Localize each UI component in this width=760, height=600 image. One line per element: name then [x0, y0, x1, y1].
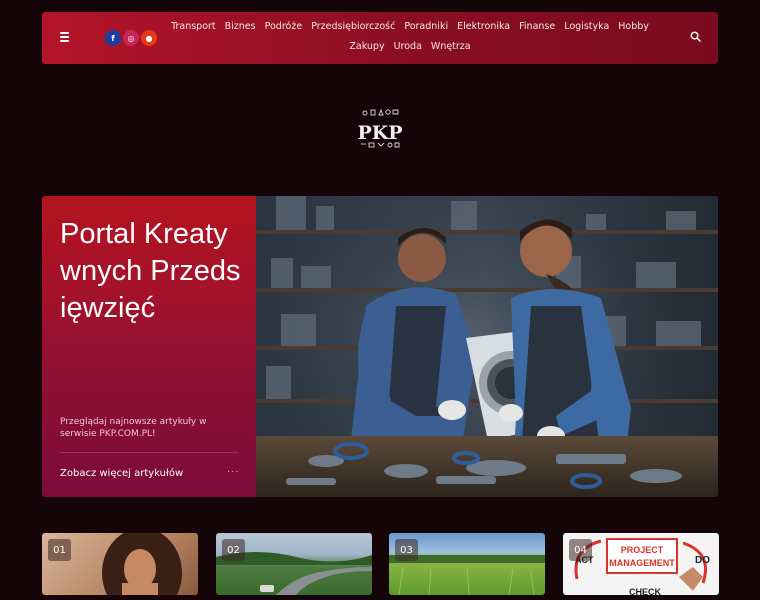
nav-item-biznes[interactable]: Biznes	[225, 17, 256, 37]
facebook-icon[interactable]: f	[105, 30, 121, 46]
logo-text: PKP	[357, 122, 402, 144]
nav-item-logistyka[interactable]: Logistyka	[564, 17, 609, 37]
reddit-icon[interactable]: ●	[141, 30, 157, 46]
nav-item-uroda[interactable]: Uroda	[394, 37, 422, 57]
hamburger-menu-icon[interactable]	[57, 30, 73, 46]
card-number-badge: 03	[395, 539, 418, 561]
nav-item-poradniki[interactable]: Poradniki	[404, 17, 448, 37]
sign-project-text: PROJECT	[621, 545, 664, 555]
hero-description: Przeglądaj najnowsze artykuły w serwisie…	[60, 417, 207, 439]
article-card-2[interactable]: 02	[216, 533, 372, 595]
nav-item-przedsiebiorczosc[interactable]: Przedsiębiorczość	[311, 17, 395, 37]
hero-image-technicians[interactable]	[256, 196, 718, 497]
more-articles-link[interactable]: Zobacz więcej artykułów	[60, 468, 183, 479]
search-icon[interactable]	[690, 31, 701, 42]
hero-divider	[60, 452, 238, 453]
word-check-text: CHECK	[629, 587, 662, 595]
top-navigation-bar: f ◎ ● Transport Biznes Podróże Przedsięb…	[42, 12, 718, 64]
nav-item-finanse[interactable]: Finanse	[519, 17, 555, 37]
site-logo[interactable]: PKP	[357, 106, 403, 154]
article-card-4[interactable]: PROJECT MANAGEMENT DO ACT CHECK 04	[563, 533, 719, 595]
article-card-3[interactable]: 03	[389, 533, 545, 595]
card-number-badge: 01	[48, 539, 71, 561]
category-nav: Transport Biznes Podróże Przedsiębiorczo…	[168, 17, 652, 57]
article-card-1[interactable]: 01	[42, 533, 198, 595]
word-do-text: DO	[695, 555, 710, 566]
card-number-badge: 02	[222, 539, 245, 561]
sign-management-text: MANAGEMENT	[609, 558, 675, 568]
nav-item-wnetrza[interactable]: Wnętrza	[431, 37, 471, 57]
card-number-badge: 04	[569, 539, 592, 561]
instagram-icon[interactable]: ◎	[123, 30, 139, 46]
nav-item-zakupy[interactable]: Zakupy	[349, 37, 384, 57]
nav-item-hobby[interactable]: Hobby	[618, 17, 649, 37]
more-dots-icon[interactable]: ···	[227, 467, 240, 478]
hero-panel: Portal Kreatywnych Przedsięwzięć Przeglą…	[42, 196, 256, 497]
hero-title: Portal Kreatywnych Przedsięwzięć	[60, 218, 241, 324]
nav-item-transport[interactable]: Transport	[171, 17, 216, 37]
nav-item-elektronika[interactable]: Elektronika	[457, 17, 510, 37]
nav-item-podroze[interactable]: Podróże	[265, 17, 303, 37]
